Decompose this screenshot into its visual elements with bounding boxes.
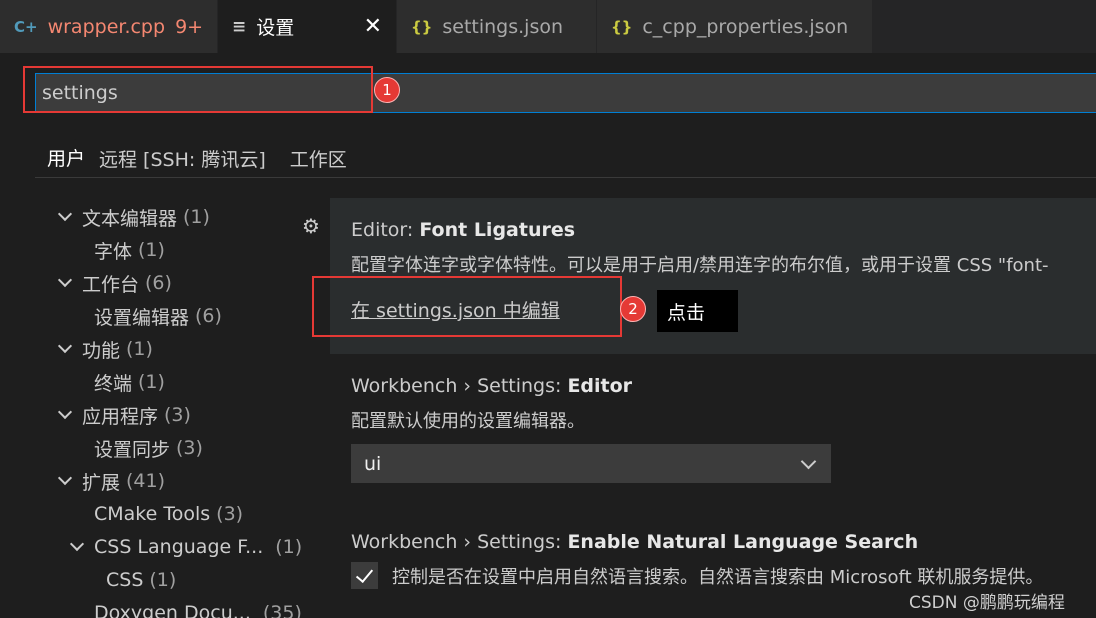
scope-tabs: 用户 远程 [SSH: 腾讯云] 工作区 [35,138,359,178]
setting-name: Editor [567,375,633,397]
toc-label: CMake Tools [94,503,211,525]
toc-count: (6) [145,272,172,294]
tab-label: wrapper.cpp [47,15,166,38]
toc-label: 终端 [94,372,133,395]
toc-count: (6) [195,305,222,327]
toc-count: (3) [216,503,244,525]
toc-label: 设置同步 [94,438,171,461]
tab-bar-empty [873,0,1096,53]
setting-category: Workbench › Settings: [351,531,568,553]
setting-name: Font Ligatures [419,219,576,241]
toc-count: (41) [126,470,166,492]
toc-item-settings-editor[interactable]: 设置编辑器 (6) [94,301,222,331]
toc-item-text-editor[interactable]: 文本编辑器 (1) [57,202,210,232]
problems-badge: 9+ [175,15,204,38]
setting-description: 配置默认使用的设置编辑器。 [351,411,585,432]
setting-description: 配置字体连字或字体特性。可以是用于启用/禁用连字的布尔值，或用于设置 CSS "… [351,255,1049,276]
settings-editor-select[interactable]: ui [351,444,831,483]
toc-item-features[interactable]: 功能 (1) [57,334,153,364]
watermark: CSDN @鹏鹏玩编程 [909,593,1065,613]
toc-item-css[interactable]: CSS (1) [106,565,176,595]
toc-count: (35) [262,602,302,618]
tab-user[interactable]: 用户 [35,138,98,178]
toc-label: CSS [106,569,144,591]
json-file-icon: {} [411,17,433,36]
chevron-down-icon [57,470,73,486]
tab-workspace[interactable]: 工作区 [278,138,359,178]
tab-label: c_cpp_properties.json [642,15,849,38]
tab-c-cpp-properties[interactable]: {} c_cpp_properties.json [597,0,873,53]
chevron-down-icon [57,338,73,354]
checkmark-icon [355,564,374,584]
toc-label: Doxygen Docu... [94,602,251,618]
tab-wrapper-cpp[interactable]: C+ wrapper.cpp 9+ [0,0,218,53]
setting-title: Workbench › Settings: Enable Natural Lan… [351,531,918,553]
chevron-down-icon [800,453,817,470]
toc-count: (1) [138,371,165,393]
tab-settings[interactable]: ≡ 设置 ✕ [218,0,397,53]
toc-label: 功能 [82,339,121,362]
toc-count: (1) [183,206,210,228]
toc-label: CSS Language F... [94,536,264,558]
toc-count: (3) [164,404,191,426]
divider [35,177,1096,178]
toc-item-terminal[interactable]: 终端 (1) [94,367,165,397]
annotation-number-1: 1 [374,77,400,103]
toc-item-application[interactable]: 应用程序 (3) [57,400,191,430]
chevron-down-icon [57,272,73,288]
annotation-box-search [23,66,373,113]
toc-count: (1) [149,569,177,591]
setting-description: 控制是否在设置中启用自然语言搜索。自然语言搜索由 Microsoft 联机服务提… [392,567,1044,588]
settings-list-icon: ≡ [232,16,247,37]
toc-label: 文本编辑器 [82,207,178,230]
chevron-down-icon [57,206,73,222]
toc-label: 应用程序 [82,405,159,428]
chevron-down-icon [69,536,85,552]
setting-category: Editor: [351,219,420,241]
close-icon[interactable]: ✕ [364,14,382,39]
toc-count: (1) [275,536,303,558]
toc-item-css-language-features[interactable]: CSS Language F... (1) [69,532,303,562]
toc-item-settings-sync[interactable]: 设置同步 (3) [94,433,203,463]
tab-label: 设置 [256,17,295,39]
toc-item-font[interactable]: 字体 (1) [94,235,165,265]
annotation-tooltip: 点击 [657,290,738,332]
tab-settings-json[interactable]: {} settings.json [397,0,597,53]
chevron-down-icon [57,404,73,420]
setting-name: Enable Natural Language Search [567,531,919,553]
toc-item-cmake-tools[interactable]: CMake Tools (3) [94,499,243,529]
toc-item-extensions[interactable]: 扩展 (41) [57,466,166,496]
annotation-box-edit-link [312,276,622,337]
editor-tab-bar: C+ wrapper.cpp 9+ ≡ 设置 ✕ {} settings.jso… [0,0,1096,53]
toc-count: (3) [176,437,203,459]
gear-icon[interactable]: ⚙ [302,215,324,237]
toc-item-doxygen[interactable]: Doxygen Docu... (35) [94,598,302,618]
toc-count: (1) [126,338,153,360]
annotation-number-2: 2 [620,296,646,322]
json-file-icon: {} [611,17,633,36]
setting-category: Workbench › Settings: [351,375,568,397]
tab-label: settings.json [442,15,564,38]
toc-label: 工作台 [82,273,140,296]
toc-label: 设置编辑器 [94,306,190,329]
toc-item-workbench[interactable]: 工作台 (6) [57,268,172,298]
setting-title: Editor: Font Ligatures [351,219,575,241]
natural-language-search-checkbox[interactable] [351,562,378,589]
tab-remote-ssh[interactable]: 远程 [SSH: 腾讯云] [97,138,278,178]
cpp-file-icon: C+ [14,17,38,36]
setting-title: Workbench › Settings: Editor [351,375,632,397]
toc-label: 扩展 [82,471,121,494]
select-value: ui [364,452,382,475]
toc-label: 字体 [94,240,133,263]
toc-count: (1) [138,239,165,261]
